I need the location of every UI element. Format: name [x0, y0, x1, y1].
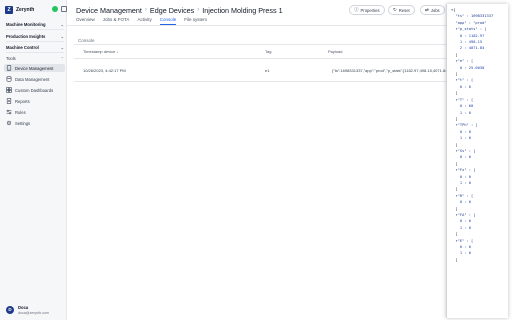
section-label: Production Insights — [6, 33, 46, 39]
console-title: Console — [78, 38, 95, 43]
sidebar-item-label: Rules — [15, 109, 26, 115]
sidebar: Z Zerynth Machine Monitoring ⌄ Productio… — [0, 0, 67, 320]
chevron-up-icon: ⌃ — [60, 55, 64, 61]
sidebar-item-settings[interactable]: Settings — [4, 119, 65, 127]
page-title: Injection Molding Press 1 — [202, 5, 283, 15]
jobs-label: Jobs — [430, 7, 440, 13]
tab-console[interactable]: Console — [159, 17, 177, 25]
section-machine-monitoring[interactable]: Machine Monitoring ⌄ — [6, 20, 64, 28]
jobs-button[interactable]: ⇄ Jobs — [420, 5, 445, 15]
breadcrumb: Device Management › Edge Devices › Injec… — [76, 5, 283, 15]
sidebar-item-label: Reports — [15, 98, 30, 104]
column-header-timestamp[interactable]: Timestamp device ↓ — [83, 49, 118, 54]
section-label: Machine Control — [6, 44, 39, 50]
gear-icon — [6, 120, 12, 126]
row-timestamp[interactable]: 10/26/2023, 4:42:17 PM — [83, 68, 126, 73]
jobs-icon: ⇄ — [425, 7, 429, 12]
rules-icon — [6, 109, 12, 115]
chevron-down-icon: ⌄ — [60, 21, 64, 27]
row-tag: e1 — [265, 68, 270, 73]
device-icon — [6, 65, 12, 71]
section-production-insights[interactable]: Production Insights ⌄ — [6, 32, 64, 40]
tab-divider — [67, 25, 447, 26]
chevron-right-icon: › — [197, 7, 200, 13]
json-line: ] — [451, 257, 458, 262]
avatar: D — [6, 306, 14, 314]
tab-activity[interactable]: Activity — [137, 17, 151, 25]
tab-jobs-fota[interactable]: Jobs & FOTA — [103, 17, 130, 25]
reset-button[interactable]: ↻ Reset — [388, 5, 415, 15]
chevron-down-icon: ⌄ — [60, 44, 64, 50]
chevron-down-icon: ⌄ — [60, 33, 64, 39]
app-root: Z Zerynth Machine Monitoring ⌄ Productio… — [0, 0, 512, 320]
section-label: Machine Monitoring — [6, 21, 46, 27]
database-icon — [6, 76, 12, 82]
dashboard-icon — [6, 87, 12, 93]
section-tools[interactable]: Tools ⌃ — [6, 54, 64, 62]
collapse-sidebar-icon[interactable] — [61, 6, 67, 12]
reset-label: Reset — [398, 7, 410, 13]
section-label: Tools — [6, 55, 16, 61]
user-email: doca@zerynth.com — [18, 311, 50, 315]
sidebar-item-label: Device Management — [15, 65, 54, 71]
row-payload[interactable]: {"ts":1698331337,"app":"prod","p_stats":… — [332, 68, 446, 73]
sidebar-item-label: Data Management — [15, 76, 50, 82]
online-status-icon — [52, 6, 58, 12]
sidebar-item-label: Settings — [15, 120, 31, 126]
column-header-payload: Payload — [328, 49, 343, 54]
divider — [6, 41, 64, 42]
breadcrumb-item-device-management[interactable]: Device Management — [76, 6, 142, 15]
sidebar-item-reports[interactable]: Reports — [4, 97, 65, 105]
tab-file-system[interactable]: File system — [184, 17, 207, 25]
section-machine-control[interactable]: Machine Control ⌄ — [6, 43, 64, 51]
brand-logo-icon: Z — [5, 6, 13, 14]
json-payload-viewer[interactable]: ▾{ "ts" : 1698331337 "app" : "prod" ▾"p_… — [446, 4, 508, 318]
info-icon: ⓘ — [354, 7, 359, 12]
brand-name: Zerynth — [16, 7, 35, 13]
console-table: Timestamp device ↓ Tag Payload 10/26/202… — [74, 44, 446, 92]
tab-bar: Overview Jobs & FOTA Activity Console Fi… — [76, 17, 215, 25]
divider — [6, 52, 64, 53]
properties-button[interactable]: ⓘ Properties — [349, 5, 385, 15]
properties-label: Properties — [360, 7, 380, 13]
user-name: Doca — [18, 305, 29, 310]
brand[interactable]: Z Zerynth — [5, 5, 67, 15]
sidebar-item-device-management[interactable]: Device Management — [4, 64, 65, 72]
breadcrumb-item-edge-devices[interactable]: Edge Devices — [150, 6, 194, 15]
row-divider — [74, 81, 446, 82]
sidebar-item-label: Custom Dashboards — [15, 87, 54, 93]
divider — [6, 29, 64, 30]
sidebar-item-rules[interactable]: Rules — [4, 108, 65, 116]
sidebar-item-data-management[interactable]: Data Management — [4, 75, 65, 83]
user-info: Doca doca@zerynth.com — [18, 305, 49, 315]
json-lines: ▾{ "ts" : 1698331337 "app" : "prod" ▾"p_… — [451, 7, 508, 263]
sidebar-item-custom-dashboards[interactable]: Custom Dashboards — [4, 86, 65, 94]
column-header-tag: Tag — [265, 49, 272, 54]
user-profile[interactable]: D Doca doca@zerynth.com — [6, 304, 66, 316]
tab-overview[interactable]: Overview — [76, 17, 95, 25]
header-divider — [74, 58, 446, 59]
report-icon — [6, 98, 12, 104]
chevron-right-icon: › — [144, 7, 147, 13]
reset-icon: ↻ — [393, 7, 397, 12]
